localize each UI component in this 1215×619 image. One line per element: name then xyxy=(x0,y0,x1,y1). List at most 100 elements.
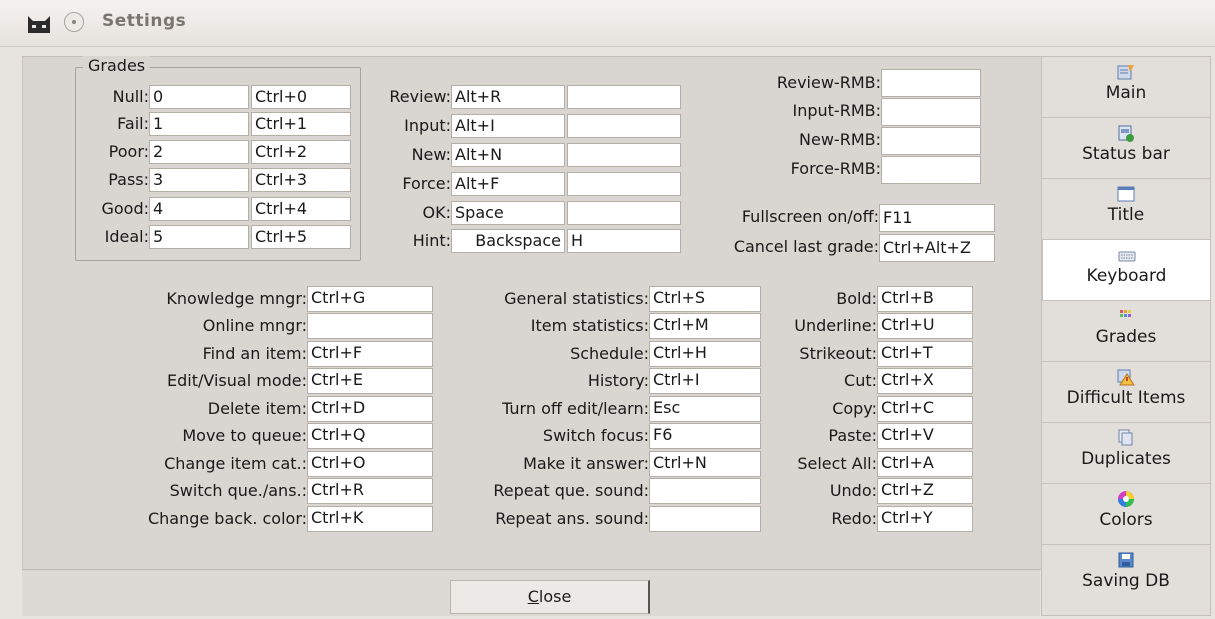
close-button[interactable]: Close xyxy=(450,580,650,614)
sidebar-item-difficult-items[interactable]: Difficult Items xyxy=(1042,362,1210,423)
undo-label: Undo: xyxy=(829,481,877,500)
review-label: Review: xyxy=(389,87,451,106)
grade-pass-shortcut-field[interactable]: Ctrl+3 xyxy=(251,168,351,192)
sidebar-item-label: Grades xyxy=(1095,327,1157,347)
grade-ideal-shortcut-field[interactable]: Ctrl+5 xyxy=(251,225,351,249)
general-statistics-field[interactable]: Ctrl+S xyxy=(649,286,761,312)
input-key-field[interactable]: Alt+I xyxy=(451,114,565,138)
force-alt-field[interactable] xyxy=(567,172,681,196)
grade-null-label: Null: xyxy=(112,87,149,106)
cancel-last-grade-field[interactable]: Ctrl+Alt+Z xyxy=(879,234,995,262)
switch-que-ans-field[interactable]: Ctrl+R xyxy=(307,478,433,504)
grade-poor-key-field[interactable]: 2 xyxy=(149,140,249,164)
force-label: Force: xyxy=(402,174,451,193)
edit-visual-mode-field[interactable]: Ctrl+E xyxy=(307,368,433,394)
grade-null-shortcut-field[interactable]: Ctrl+0 xyxy=(251,85,351,109)
review-rmb-field[interactable] xyxy=(881,69,981,97)
grade-good-shortcut-field[interactable]: Ctrl+4 xyxy=(251,197,351,221)
knowledge-mngr-field[interactable]: Ctrl+G xyxy=(307,286,433,312)
input-alt-field[interactable] xyxy=(567,114,681,138)
redo-field[interactable]: Ctrl+Y xyxy=(877,506,973,532)
sidebar-item-duplicates[interactable]: Duplicates xyxy=(1042,423,1210,484)
strikeout-field[interactable]: Ctrl+T xyxy=(877,341,973,367)
undo-field[interactable]: Ctrl+Z xyxy=(877,478,973,504)
change-back-color-field[interactable]: Ctrl+K xyxy=(307,506,433,532)
sidebar-item-colors[interactable]: Colors xyxy=(1042,484,1210,545)
switch-que-ans-label: Switch que./ans.: xyxy=(169,481,307,500)
grade-fail-shortcut-field[interactable]: Ctrl+1 xyxy=(251,112,351,136)
cut-field[interactable]: Ctrl+X xyxy=(877,368,973,394)
title-icon xyxy=(1117,186,1135,202)
save-icon xyxy=(1118,552,1134,568)
sidebar-item-label: Duplicates xyxy=(1081,449,1171,469)
close-mnemonic: C xyxy=(527,587,539,606)
grade-poor-shortcut-field[interactable]: Ctrl+2 xyxy=(251,140,351,164)
settings-sidebar: Main Status bar Title Keyboard Grades Di… xyxy=(1041,56,1211,616)
new-label: New: xyxy=(411,145,451,164)
sidebar-item-label: Main xyxy=(1105,83,1147,103)
sidebar-item-keyboard[interactable]: Keyboard xyxy=(1042,240,1210,301)
delete-item-label: Delete item: xyxy=(207,399,307,418)
hint-key-field[interactable]: Backspace xyxy=(451,229,565,253)
sidebar-item-title[interactable]: Title xyxy=(1042,179,1210,240)
online-mngr-field[interactable] xyxy=(307,313,433,339)
select-all-field[interactable]: Ctrl+A xyxy=(877,451,973,477)
delete-item-field[interactable]: Ctrl+D xyxy=(307,396,433,422)
change-back-color-label: Change back. color: xyxy=(147,509,307,528)
schedule-field[interactable]: Ctrl+H xyxy=(649,341,761,367)
app-icon xyxy=(28,16,50,33)
ok-alt-field[interactable] xyxy=(567,201,681,225)
new-alt-field[interactable] xyxy=(567,143,681,167)
knowledge-mngr-label: Knowledge mngr: xyxy=(166,289,307,308)
turn-off-edit-learn-field[interactable]: Esc xyxy=(649,396,761,422)
paste-field[interactable]: Ctrl+V xyxy=(877,423,973,449)
new-rmb-field[interactable] xyxy=(881,127,981,155)
fullscreen-field[interactable]: F11 xyxy=(879,204,995,232)
strikeout-label: Strikeout: xyxy=(799,344,877,363)
grade-pass-key-field[interactable]: 3 xyxy=(149,168,249,192)
history-label: History: xyxy=(587,371,649,390)
ok-key-field[interactable]: Space xyxy=(451,201,565,225)
grade-good-key-field[interactable]: 4 xyxy=(149,197,249,221)
sidebar-item-grades[interactable]: Grades xyxy=(1042,301,1210,362)
repeat-ans-sound-label: Repeat ans. sound: xyxy=(495,509,649,528)
sidebar-item-label: Difficult Items xyxy=(1066,388,1186,408)
history-field[interactable]: Ctrl+I xyxy=(649,368,761,394)
grade-fail-label: Fail: xyxy=(117,114,149,133)
underline-field[interactable]: Ctrl+U xyxy=(877,313,973,339)
sidebar-item-main[interactable]: Main xyxy=(1042,57,1210,118)
item-statistics-field[interactable]: Ctrl+M xyxy=(649,313,761,339)
new-key-field[interactable]: Alt+N xyxy=(451,143,565,167)
sidebar-item-status-bar[interactable]: Status bar xyxy=(1042,118,1210,179)
move-to-queue-label: Move to queue: xyxy=(182,426,307,445)
force-rmb-field[interactable] xyxy=(881,156,981,184)
input-label: Input: xyxy=(404,116,451,135)
window-menu-button[interactable] xyxy=(64,12,84,32)
make-it-answer-field[interactable]: Ctrl+N xyxy=(649,451,761,477)
copy-field[interactable]: Ctrl+C xyxy=(877,396,973,422)
bold-field[interactable]: Ctrl+B xyxy=(877,286,973,312)
move-to-queue-field[interactable]: Ctrl+Q xyxy=(307,423,433,449)
hint-alt-field[interactable]: H xyxy=(567,229,681,253)
sidebar-item-saving-db[interactable]: Saving DB xyxy=(1042,545,1210,606)
grade-null-key-field[interactable]: 0 xyxy=(149,85,249,109)
title-bar: Settings xyxy=(0,0,1215,47)
paste-label: Paste: xyxy=(828,426,877,445)
force-key-field[interactable]: Alt+F xyxy=(451,172,565,196)
turn-off-edit-learn-label: Turn off edit/learn: xyxy=(502,399,649,418)
switch-focus-label: Switch focus: xyxy=(542,426,649,445)
change-item-cat-field[interactable]: Ctrl+O xyxy=(307,451,433,477)
input-rmb-field[interactable] xyxy=(881,98,981,126)
review-key-field[interactable]: Alt+R xyxy=(451,85,565,109)
grade-poor-label: Poor: xyxy=(108,142,149,161)
repeat-ans-sound-field[interactable] xyxy=(649,506,761,532)
repeat-que-sound-field[interactable] xyxy=(649,478,761,504)
review-alt-field[interactable] xyxy=(567,85,681,109)
grade-fail-key-field[interactable]: 1 xyxy=(149,112,249,136)
input-rmb-label: Input-RMB: xyxy=(792,101,882,120)
grade-ideal-key-field[interactable]: 5 xyxy=(149,225,249,249)
grades-icon xyxy=(1120,310,1131,317)
sidebar-item-label: Colors xyxy=(1099,510,1153,530)
switch-focus-field[interactable]: F6 xyxy=(649,423,761,449)
find-item-field[interactable]: Ctrl+F xyxy=(307,341,433,367)
